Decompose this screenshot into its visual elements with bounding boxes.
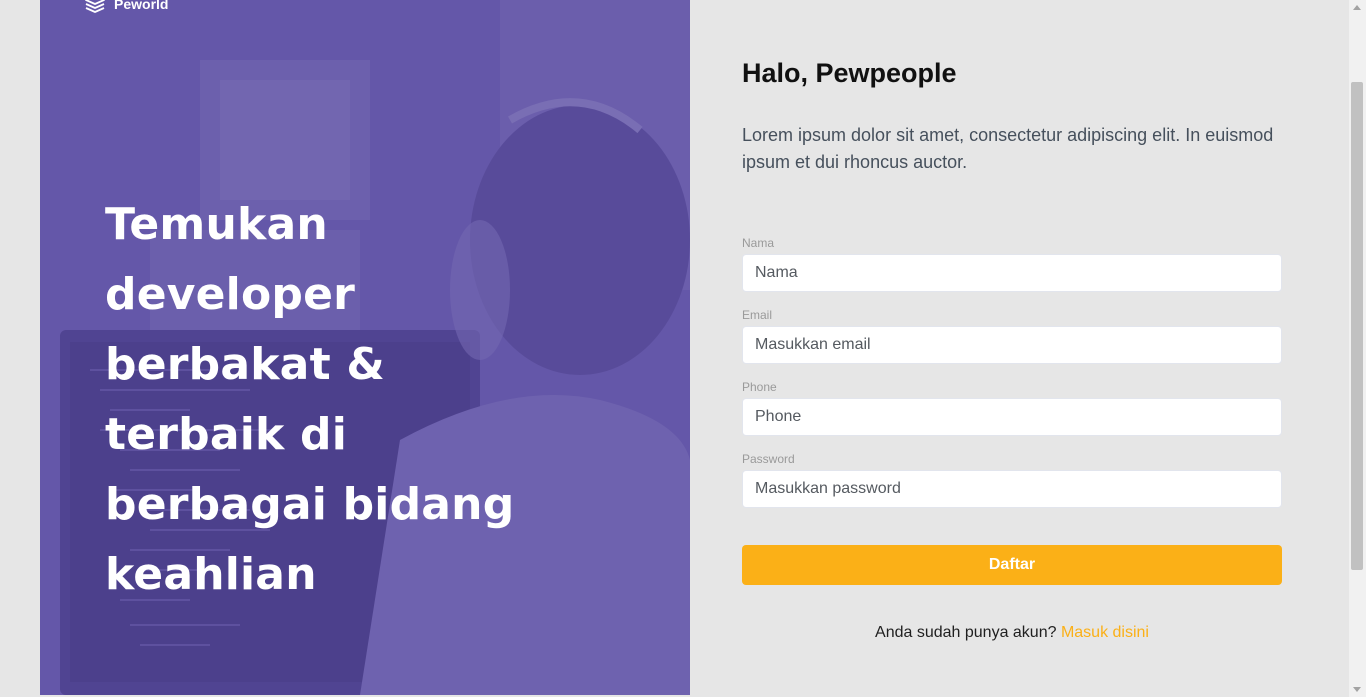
login-prompt-text: Anda sudah punya akun? <box>875 624 1057 641</box>
brand-name: Peworld <box>114 0 169 12</box>
form-description: Lorem ipsum dolor sit amet, consectetur … <box>742 125 1274 172</box>
hero-headline: Temukan developer berbakat & terbaik di … <box>105 199 515 600</box>
form-title: Halo, Pewpeople <box>742 58 957 88</box>
brand-logo[interactable]: Peworld <box>84 0 168 14</box>
register-page: Peworld Temukan developer berbakat & ter… <box>0 0 1366 697</box>
layers-icon <box>85 0 105 13</box>
name-field[interactable] <box>742 254 1282 292</box>
register-form: Halo, Pewpeople Lorem ipsum dolor sit am… <box>742 0 1282 695</box>
hero-panel: Peworld Temukan developer berbakat & ter… <box>40 0 690 695</box>
email-label: Email <box>742 308 773 322</box>
scroll-down-icon[interactable] <box>1353 687 1361 692</box>
scrollbar-thumb[interactable] <box>1351 82 1363 570</box>
phone-field[interactable] <box>742 398 1282 436</box>
name-label: Nama <box>742 236 775 250</box>
register-button[interactable]: Daftar <box>742 545 1282 585</box>
password-label: Password <box>742 452 795 466</box>
password-field[interactable] <box>742 470 1282 508</box>
phone-label: Phone <box>742 380 777 394</box>
login-prompt: Anda sudah punya akun? Masuk disini <box>742 624 1282 642</box>
page-scrollbar[interactable] <box>1349 0 1366 697</box>
login-link[interactable]: Masuk disini <box>1061 624 1149 641</box>
email-field[interactable] <box>742 326 1282 364</box>
scroll-up-icon[interactable] <box>1353 5 1361 10</box>
